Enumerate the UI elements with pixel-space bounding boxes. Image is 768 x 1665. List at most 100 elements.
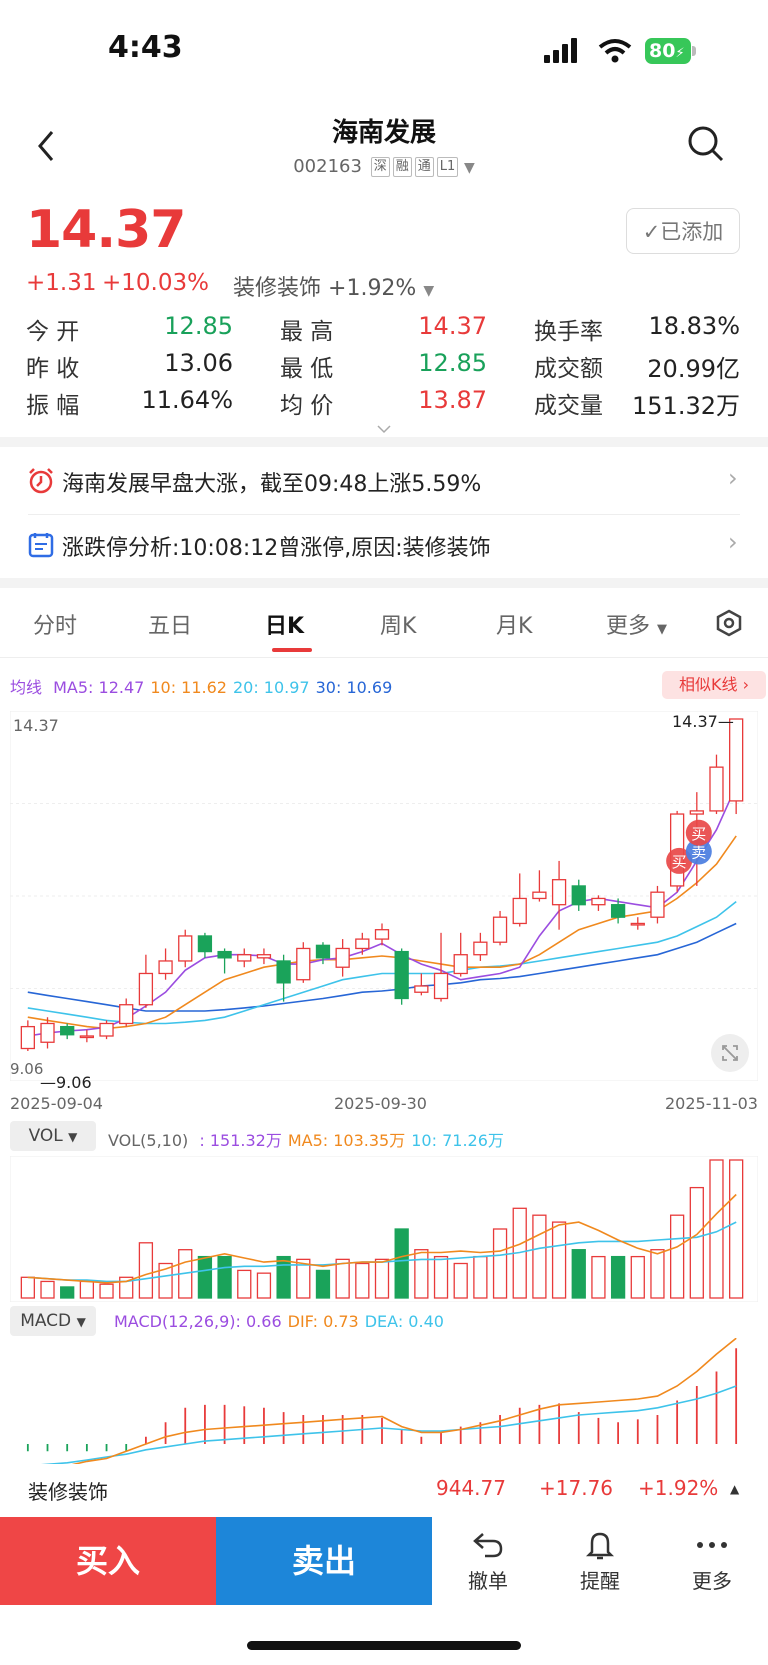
bell-icon	[585, 1532, 615, 1560]
similar-kline-button[interactable]: 相似K线 ›	[662, 671, 766, 699]
cancel-order-button[interactable]: 撤单	[438, 1530, 538, 1594]
caret-up-icon[interactable]: ▲	[730, 1482, 739, 1496]
candle-body	[630, 922, 645, 926]
macd-legend-item: DEA: 0.40	[364, 1312, 444, 1331]
candle-body	[551, 879, 567, 906]
volume-chart[interactable]	[10, 1156, 758, 1302]
volume-bar	[276, 1255, 291, 1299]
added-watchlist-button[interactable]: ✓已添加	[626, 208, 740, 254]
candle-body	[492, 916, 508, 943]
candle-body	[296, 947, 311, 981]
ma5-line	[27, 785, 737, 1037]
macd-legend: MACD(12,26,9): 0.66 DIF: 0.73 DEA: 0.40	[108, 1312, 444, 1331]
quote-label: 昨 收	[26, 356, 80, 382]
volume-bar	[374, 1258, 390, 1299]
tab-more[interactable]: 更多 ▼	[606, 608, 667, 640]
news-item-1[interactable]: 海南发展早盘大涨，截至09:48上涨5.59%	[62, 466, 481, 498]
macd-indicator-dropdown[interactable]: MACD ▼	[10, 1306, 96, 1336]
vol-legend-name: VOL(5,10)	[108, 1131, 189, 1150]
news-item-2[interactable]: 涨跌停分析:10:08:12曾涨停,原因:装修装饰	[62, 530, 491, 562]
volume-bar	[217, 1255, 232, 1299]
candle-body	[178, 935, 193, 962]
date-start: 2025-09-04	[10, 1094, 103, 1113]
ma-legend-item: 30: 10.69	[315, 678, 393, 697]
expand-chevron-icon[interactable]	[376, 424, 392, 434]
candle-body	[119, 1004, 134, 1025]
quote-label: 换手率	[534, 319, 603, 345]
signal-icon	[544, 38, 577, 63]
buy-marker[interactable]: 买	[685, 819, 712, 846]
volume-bar	[394, 1228, 409, 1299]
buy-button[interactable]: 买入	[0, 1517, 216, 1605]
status-time: 4:43	[108, 30, 183, 65]
tab-intraday[interactable]: 分时	[33, 608, 77, 640]
volume-bar	[256, 1272, 272, 1299]
page-title: 海南发展	[331, 118, 436, 148]
dif-line	[71, 1338, 737, 1464]
sector-link[interactable]: 装修装饰 +1.92% ▼	[233, 270, 434, 302]
stock-code-row[interactable]: 002163 深融通 L1 ▼	[0, 156, 768, 177]
fullscreen-button[interactable]	[711, 1034, 749, 1072]
sell-button[interactable]: 卖出	[216, 1517, 432, 1605]
quote-value: 13.87	[418, 386, 487, 414]
candle-body	[512, 897, 527, 925]
tab-daily-k[interactable]: 日K	[265, 608, 304, 640]
quote-value: 13.06	[164, 349, 233, 377]
alarm-icon	[29, 468, 53, 494]
candle-body	[355, 938, 370, 950]
quote-label: 振 幅	[26, 393, 80, 419]
candle-body	[591, 897, 606, 906]
tab-five-day[interactable]: 五日	[148, 608, 192, 640]
volume-bar	[197, 1255, 213, 1299]
search-icon[interactable]	[686, 124, 726, 164]
ma-legend-label: 均线	[10, 678, 43, 697]
quote-label: 最 低	[280, 356, 334, 382]
quote-label: 成交额	[534, 356, 603, 382]
settings-icon[interactable]	[715, 609, 743, 637]
svg-text:买: 买	[672, 853, 687, 871]
volume-bar	[473, 1255, 488, 1299]
news-divider	[28, 514, 740, 515]
caret-down-icon: ▼	[463, 160, 475, 176]
quote-value: 11.64%	[141, 386, 233, 414]
chevron-right-icon[interactable]: ›	[728, 528, 738, 556]
active-tab-indicator	[272, 648, 312, 652]
volume-bar	[315, 1269, 331, 1299]
candle-body	[571, 885, 586, 906]
more-button[interactable]: 更多	[662, 1530, 762, 1594]
candle-body	[335, 947, 350, 968]
tag-connect: 通	[414, 157, 434, 177]
chevron-right-icon[interactable]: ›	[728, 464, 738, 492]
candle-body	[433, 972, 449, 1000]
tab-monthly-k[interactable]: 月K	[496, 608, 532, 640]
volume-bar	[414, 1249, 429, 1299]
quote-label: 成交量	[534, 393, 603, 419]
candle-body	[532, 891, 547, 900]
macd-legend-item: DIF: 0.73	[287, 1312, 359, 1331]
tag-sz: 深	[370, 157, 390, 177]
alert-button[interactable]: 提醒	[550, 1530, 650, 1594]
tabs-divider	[0, 657, 768, 658]
vol-indicator-dropdown[interactable]: VOL ▼	[10, 1121, 96, 1151]
calendar-icon	[28, 533, 54, 558]
candle-body	[473, 941, 488, 956]
tab-weekly-k[interactable]: 周K	[380, 608, 416, 640]
candle-body	[414, 985, 429, 993]
kline-chart[interactable]: 买卖买	[10, 711, 758, 1081]
volume-bar	[335, 1258, 350, 1299]
candle-body	[158, 960, 173, 975]
macd-chart[interactable]	[10, 1338, 758, 1464]
battery-icon: 80⚡	[645, 38, 691, 64]
volume-bar	[492, 1228, 508, 1299]
bottom-sector-name: 装修装饰	[28, 1480, 108, 1504]
volume-bar	[433, 1255, 449, 1299]
price-change: +1.31	[26, 270, 97, 296]
candle-body	[709, 766, 724, 812]
wifi-icon	[598, 39, 632, 63]
volume-bar	[571, 1249, 586, 1299]
volume-bar	[20, 1276, 35, 1299]
current-price: 14.37	[26, 200, 186, 260]
date-mid: 2025-09-30	[334, 1094, 427, 1113]
volume-bar	[138, 1242, 154, 1299]
candle-body	[394, 950, 409, 1000]
